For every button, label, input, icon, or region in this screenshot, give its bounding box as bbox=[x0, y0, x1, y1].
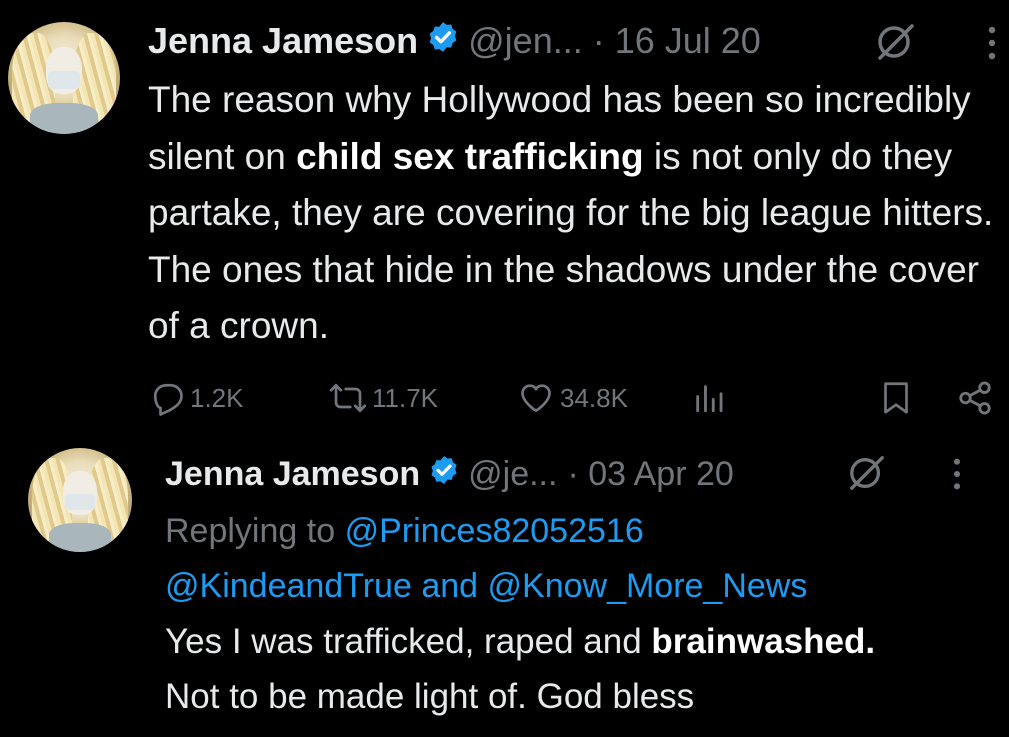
avatar-sleeve bbox=[30, 102, 98, 134]
tweet-header: Jenna Jameson @jen... · 16 Jul 20 bbox=[148, 18, 761, 64]
reply-icon bbox=[153, 383, 183, 416]
repost-count: 11.7K bbox=[372, 382, 439, 413]
repost-button[interactable]: 11.7K bbox=[328, 375, 438, 421]
tweet-text-part: Yes I was trafficked, raped and bbox=[165, 622, 652, 661]
tweet-text: The reason why Hollywood has been so inc… bbox=[148, 72, 998, 355]
replying-to: Replying to @Princes82052516 @KindeandTr… bbox=[165, 504, 995, 614]
avatar[interactable] bbox=[8, 22, 120, 134]
mention-link[interactable]: @Princes82052516 bbox=[345, 512, 644, 550]
repost-icon bbox=[329, 383, 367, 413]
avatar[interactable] bbox=[28, 448, 132, 552]
grok-icon[interactable] bbox=[846, 454, 888, 497]
author-handle[interactable]: @jen... bbox=[468, 20, 583, 62]
replying-to-label: Replying to bbox=[165, 512, 336, 550]
verified-badge-icon bbox=[428, 454, 460, 495]
verified-badge-icon bbox=[426, 20, 460, 63]
reply-button[interactable]: 1.2K bbox=[150, 375, 244, 421]
tweet-text-bold: brainwashed. bbox=[651, 622, 876, 661]
tweet-date[interactable]: · 03 Apr 20 bbox=[567, 455, 733, 494]
like-button[interactable]: 34.8K bbox=[516, 375, 628, 421]
author-name[interactable]: Jenna Jameson bbox=[165, 455, 420, 494]
bookmark-button[interactable] bbox=[878, 375, 914, 421]
reply-count: 1.2K bbox=[190, 382, 244, 413]
more-icon[interactable] bbox=[985, 24, 999, 67]
more-icon[interactable] bbox=[950, 456, 964, 497]
share-button[interactable] bbox=[956, 375, 994, 421]
mention-link[interactable]: @Know_More_News bbox=[488, 567, 808, 605]
like-icon bbox=[521, 384, 551, 413]
tweet-actions: 1.2K 11.7K 34.8K bbox=[150, 375, 1000, 421]
tweet-2[interactable]: Jenna Jameson @je... · 03 Apr 20 Replyin… bbox=[0, 440, 1009, 737]
avatar-mask bbox=[48, 71, 80, 90]
author-name[interactable]: Jenna Jameson bbox=[148, 20, 418, 62]
bookmark-icon bbox=[884, 382, 908, 414]
avatar-sleeve bbox=[48, 522, 112, 552]
views-icon bbox=[696, 385, 723, 413]
tweet-text: Yes I was trafficked, raped and brainwas… bbox=[165, 614, 1000, 724]
tweet-text-bold: child sex trafficking bbox=[296, 135, 644, 177]
tweet-date[interactable]: · 16 Jul 20 bbox=[593, 20, 761, 62]
and-word: and bbox=[421, 567, 479, 605]
tweet-text-part: Not to be made light of. God bless bbox=[165, 677, 695, 716]
tweet-header: Jenna Jameson @je... · 03 Apr 20 bbox=[165, 452, 734, 496]
author-handle[interactable]: @je... bbox=[468, 455, 557, 494]
share-icon bbox=[959, 381, 991, 415]
grok-icon[interactable] bbox=[874, 22, 918, 67]
mention-link[interactable]: @KindeandTrue bbox=[165, 567, 412, 605]
views-button[interactable] bbox=[692, 375, 726, 421]
tweet-1[interactable]: Jenna Jameson @jen... · 16 Jul 20 The re… bbox=[0, 0, 1009, 440]
avatar-mask bbox=[65, 493, 95, 511]
like-count: 34.8K bbox=[560, 382, 628, 413]
